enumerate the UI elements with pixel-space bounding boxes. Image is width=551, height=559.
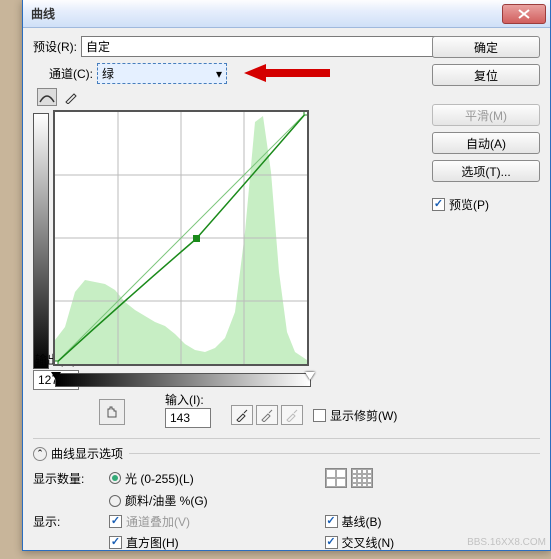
preset-value: 自定 [86,38,110,55]
amount-label: 显示数量: [33,470,109,487]
baseline-checkbox[interactable] [325,515,338,528]
chevron-down-icon: ▾ [216,67,222,81]
black-point-slider[interactable] [51,372,61,385]
output-gradient [33,113,49,369]
clip-row[interactable]: 显示修剪(W) [313,407,397,424]
preset-label: 预设(R): [33,38,77,55]
auto-button[interactable]: 自动(A) [432,132,540,154]
histogram-check-row[interactable]: 直方图(H) [109,534,325,551]
white-point-slider[interactable] [305,372,315,385]
clip-checkbox[interactable] [313,409,326,422]
close-button[interactable] [502,4,546,24]
close-icon [518,9,530,19]
black-eyedropper[interactable] [231,405,253,425]
smooth-button: 平滑(M) [432,104,540,126]
clip-label: 显示修剪(W) [330,407,397,424]
input-input[interactable]: 143 [165,408,211,428]
curve-tool-button[interactable] [37,88,57,106]
ok-button[interactable]: 确定 [432,36,540,58]
baseline-check-row[interactable]: 基线(B) [325,513,541,530]
reset-button[interactable]: 复位 [432,64,540,86]
white-eyedropper[interactable] [281,405,303,425]
pencil-icon [64,90,78,104]
grid-coarse-button[interactable] [325,468,347,488]
histogram-checkbox[interactable] [109,536,122,549]
channel-value: 绿 [102,65,114,82]
preview-checkbox[interactable] [432,198,445,211]
light-radio-row[interactable]: 光 (0-255)(L) [109,470,325,487]
window-title: 曲线 [27,5,502,22]
show-label: 显示: [33,513,109,530]
titlebar[interactable]: 曲线 [23,0,550,28]
input-label: 输入(I): [165,391,211,408]
curve-point-shadow[interactable] [55,361,58,364]
options-button[interactable]: 选项(T)... [432,160,540,182]
overlay-check-row[interactable]: 通道叠加(V) [109,513,325,530]
curve-graph[interactable] [53,110,309,366]
curve-point-selected[interactable] [193,235,200,242]
eyedropper-icon [260,408,274,422]
input-gradient[interactable] [55,373,311,387]
curve-point-highlight[interactable] [304,112,307,115]
channel-label: 通道(C): [49,65,93,82]
disclosure-label: 曲线显示选项 [51,445,123,462]
curve-icon [39,90,55,104]
pigment-radio-row[interactable]: 颜料/油墨 %(G) [109,492,325,509]
watermark: BBS.16XX8.COM [467,537,546,548]
preset-row: 预设(R): 自定 ▾ ≡ 确定 复位 平滑(M) 自动(A) 选项(T)...… [33,36,540,57]
disclosure-arrow-icon[interactable]: ⌃ [33,447,47,461]
channel-select[interactable]: 绿 ▾ [97,63,227,84]
overlay-checkbox[interactable] [109,515,122,528]
disclosure-row[interactable]: ⌃ 曲线显示选项 [33,438,540,462]
eyedropper-icon [285,408,299,422]
preview-row[interactable]: 预览(P) [432,196,540,213]
eyedropper-icon [235,408,249,422]
hand-icon [103,403,121,421]
grid-fine-button[interactable] [351,468,373,488]
curves-dialog: 曲线 预设(R): 自定 ▾ ≡ 确定 复位 平滑(M) 自动(A) 选项(T)… [22,0,551,551]
light-radio[interactable] [109,472,121,484]
gray-eyedropper[interactable] [256,405,278,425]
preview-label: 预览(P) [449,196,489,213]
intersection-checkbox[interactable] [325,536,338,549]
annotation-arrow [244,61,330,85]
pigment-radio[interactable] [109,495,121,507]
target-adjust-button[interactable] [99,399,125,425]
pencil-tool-button[interactable] [61,88,81,106]
